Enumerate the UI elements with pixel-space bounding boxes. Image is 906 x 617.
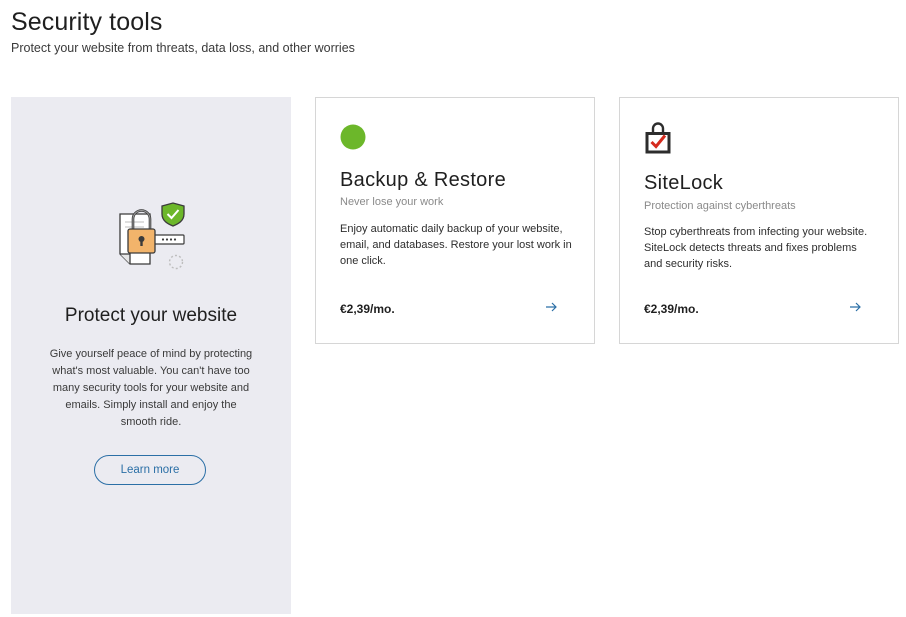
product-card-sitelock[interactable]: SiteLock Protection against cyberthreats… [619, 97, 899, 344]
card-price: €2,39/mo. [644, 302, 699, 316]
arrow-right-icon[interactable] [848, 300, 862, 314]
card-tagline: Protection against cyberthreats [644, 200, 796, 212]
page-title: Security tools [11, 8, 163, 36]
learn-more-button[interactable]: Learn more [94, 455, 206, 485]
card-price: €2,39/mo. [340, 302, 395, 316]
page-subtitle: Protect your website from threats, data … [11, 41, 355, 55]
card-tagline: Never lose your work [340, 196, 444, 208]
product-card-backup-restore[interactable]: Backup & Restore Never lose your work En… [315, 97, 595, 344]
card-title: SiteLock [644, 172, 724, 194]
promo-title: Protect your website [64, 305, 238, 326]
card-description: Enjoy automatic daily backup of your web… [340, 223, 572, 267]
promo-panel: Protect your website Give yourself peace… [11, 97, 291, 614]
promo-text: Give yourself peace of mind by protectin… [49, 348, 253, 428]
card-description: Stop cyberthreats from infecting your we… [644, 226, 868, 270]
sitelock-shopping-bag-check-icon [644, 122, 672, 160]
padlock-shield-document-icon [116, 202, 188, 278]
arrow-right-icon[interactable] [544, 300, 558, 314]
card-title: Backup & Restore [340, 169, 506, 191]
green-dot-icon [340, 124, 366, 155]
